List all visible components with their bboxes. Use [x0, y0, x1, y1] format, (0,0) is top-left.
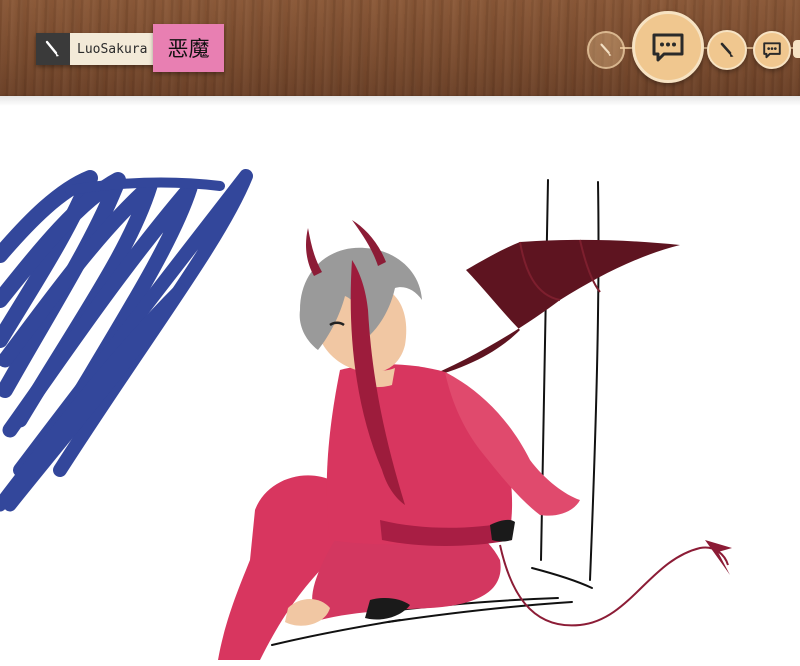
tail-tip — [705, 540, 732, 575]
demon-tail — [499, 544, 729, 627]
horn-left — [306, 228, 322, 276]
drawing-artwork — [0, 169, 732, 660]
demon-wing — [420, 239, 680, 380]
blue-scribble — [0, 169, 253, 512]
